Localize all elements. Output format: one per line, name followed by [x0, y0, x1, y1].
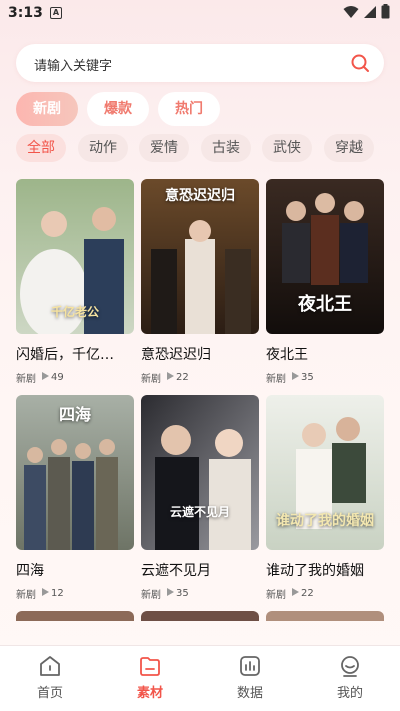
folder-icon — [140, 657, 160, 676]
card-meta: 新剧 35 — [141, 586, 259, 601]
wifi-icon — [343, 5, 359, 18]
play-count: 49 — [51, 372, 64, 383]
home-icon — [40, 656, 60, 676]
card-title: 谁动了我的婚姻 — [266, 563, 364, 579]
play-count-icon — [42, 372, 49, 380]
play-count: 22 — [301, 588, 314, 599]
genre-time-travel[interactable]: 穿越 — [324, 134, 374, 162]
poster-title: 意恐迟迟归 — [165, 188, 235, 204]
card-title: 云遮不见月 — [141, 563, 211, 579]
poster-title: 谁动了我的婚姻 — [276, 513, 374, 529]
search-placeholder: 请输入关键字 — [34, 59, 113, 74]
play-count: 35 — [176, 588, 189, 599]
poster-image[interactable]: 意恐迟迟归 — [141, 179, 259, 334]
poster-title: 云遮不见月 — [169, 505, 230, 519]
genre-chips: 全部 动作 爱情 古装 武侠 穿越 — [16, 134, 400, 162]
status-time: 3:13 — [8, 5, 43, 21]
poster-title: 四海 — [58, 405, 91, 424]
card-tag: 新剧 — [16, 374, 36, 385]
play-count-icon — [42, 588, 49, 596]
drama-card[interactable]: 四海 四海 新剧 12 — [16, 395, 134, 601]
play-count-icon — [167, 372, 174, 380]
nav-material-label: 素材 — [136, 686, 163, 701]
drama-card-partial[interactable] — [16, 611, 134, 621]
card-tag: 新剧 — [266, 374, 286, 385]
search-input[interactable]: 请输入关键字 — [16, 44, 384, 82]
poster-title: 夜北王 — [298, 294, 352, 315]
tab-hot-hits[interactable]: 爆款 — [87, 92, 149, 126]
poster-title: 千亿老公 — [50, 305, 99, 319]
play-count-icon — [292, 372, 299, 380]
bottom-nav: 首页 素材 数据 我的 — [0, 645, 400, 711]
poster-image[interactable]: 夜北王 — [266, 179, 384, 334]
nav-home-label: 首页 — [36, 686, 63, 701]
card-meta: 新剧 12 — [16, 586, 134, 601]
card-tag: 新剧 — [16, 590, 36, 601]
drama-card[interactable]: 夜北王 夜北王 新剧 35 — [266, 179, 384, 385]
profile-icon — [341, 656, 359, 677]
play-count: 22 — [176, 372, 189, 383]
card-tag: 新剧 — [141, 374, 161, 385]
nav-profile-label: 我的 — [336, 686, 363, 701]
status-bar: 3:13 A — [0, 0, 400, 28]
play-count: 35 — [301, 372, 314, 383]
card-title: 四海 — [16, 563, 44, 579]
play-count-icon — [292, 588, 299, 596]
card-tag: 新剧 — [266, 590, 286, 601]
drama-card-partial[interactable] — [266, 611, 384, 621]
notification-icon: A — [50, 7, 62, 19]
card-title: 闪婚后，千亿… — [16, 347, 114, 363]
genre-all[interactable]: 全部 — [16, 134, 66, 162]
battery-icon — [381, 4, 390, 19]
genre-costume[interactable]: 古装 — [201, 134, 251, 162]
signal-icon — [364, 5, 376, 18]
drama-card[interactable]: 千亿老公 闪婚后，千亿… 新剧 49 — [16, 179, 134, 385]
tab-popular[interactable]: 热门 — [158, 92, 220, 126]
nav-material[interactable]: 素材 — [120, 654, 180, 701]
drama-card[interactable]: 意恐迟迟归 意恐迟迟归 新剧 22 — [141, 179, 259, 385]
chart-icon — [240, 656, 260, 676]
drama-card-partial[interactable] — [141, 611, 259, 621]
genre-wuxia[interactable]: 武侠 — [262, 134, 312, 162]
drama-card[interactable]: 云遮不见月 云遮不见月 新剧 35 — [141, 395, 259, 601]
nav-data-label: 数据 — [236, 686, 263, 701]
nav-data[interactable]: 数据 — [220, 654, 280, 701]
card-meta: 新剧 22 — [141, 370, 259, 385]
nav-profile[interactable]: 我的 — [320, 654, 380, 701]
tab-new[interactable]: 新剧 — [16, 92, 78, 126]
play-count: 12 — [51, 588, 64, 599]
card-meta: 新剧 35 — [266, 370, 384, 385]
genre-romance[interactable]: 爱情 — [139, 134, 189, 162]
card-title: 夜北王 — [266, 347, 308, 363]
nav-home[interactable]: 首页 — [20, 654, 80, 701]
play-count-icon — [167, 588, 174, 596]
status-icons — [343, 4, 390, 19]
card-meta: 新剧 22 — [266, 586, 384, 601]
card-tag: 新剧 — [141, 590, 161, 601]
card-title: 意恐迟迟归 — [141, 347, 211, 363]
poster-image[interactable]: 云遮不见月 — [141, 395, 259, 550]
poster-image[interactable]: 四海 — [16, 395, 134, 550]
drama-card[interactable]: 谁动了我的婚姻 谁动了我的婚姻 新剧 22 — [266, 395, 384, 601]
poster-image[interactable]: 谁动了我的婚姻 — [266, 395, 384, 550]
genre-action[interactable]: 动作 — [78, 134, 128, 162]
card-meta: 新剧 49 — [16, 370, 134, 385]
search-icon[interactable] — [350, 53, 370, 73]
poster-image[interactable]: 千亿老公 — [16, 179, 134, 334]
